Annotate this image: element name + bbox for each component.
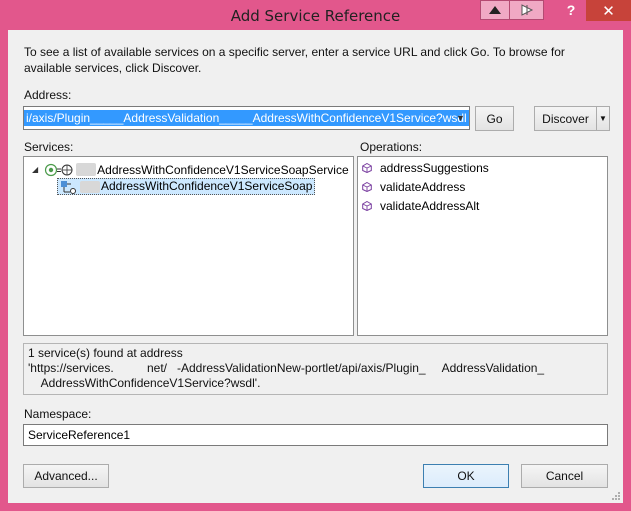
pin-icon	[521, 4, 533, 16]
intro-text: To see a list of available services on a…	[24, 45, 565, 75]
operation-item[interactable]: validateAddress	[362, 178, 465, 196]
tree-node-label: AddressWithConfidenceV1ServiceSoapServic…	[97, 162, 349, 177]
dialog-client-area: To see a list of available services on a…	[8, 30, 623, 503]
operation-label: addressSuggestions	[380, 161, 489, 175]
advanced-button[interactable]: Advanced...	[23, 464, 109, 488]
services-tree[interactable]: ◢ AddressWithConfidenceV1ServiceSoapServ…	[23, 156, 354, 336]
interface-icon	[61, 180, 76, 194]
go-button[interactable]: Go	[475, 106, 514, 131]
address-input[interactable]: i/axis/Plugin_____AddressValidation_____…	[24, 110, 469, 126]
address-combobox[interactable]: i/axis/Plugin_____AddressValidation_____…	[23, 106, 470, 130]
tree-node-service[interactable]: ◢ AddressWithConfidenceV1ServiceSoapServ…	[32, 161, 349, 178]
status-line: 1 service(s) found at address	[28, 346, 183, 360]
method-icon	[362, 163, 372, 173]
ok-button[interactable]: OK	[423, 464, 509, 488]
method-icon	[362, 201, 372, 211]
discover-dropdown-button[interactable]: ▼	[596, 106, 610, 131]
tree-node-label: AddressWithConfidenceV1ServiceSoap	[101, 179, 313, 193]
address-label: Address:	[24, 88, 72, 102]
title-bar[interactable]: Add Service Reference ? ✕	[0, 0, 631, 30]
namespace-label: Namespace:	[24, 407, 92, 421]
dialog-window: Add Service Reference ? ✕ To see a list …	[0, 0, 631, 511]
triangle-up-icon	[489, 6, 501, 14]
close-button[interactable]: ✕	[586, 0, 631, 21]
operation-label: validateAddress	[380, 180, 466, 194]
service-icon	[45, 163, 73, 176]
cancel-button[interactable]: Cancel	[521, 464, 608, 488]
chevron-down-icon[interactable]: ▼	[452, 107, 469, 129]
expand-collapse-icon[interactable]: ◢	[32, 165, 38, 174]
scroll-up-caption-button[interactable]	[480, 0, 510, 20]
discover-button[interactable]: Discover	[534, 106, 597, 131]
namespace-input[interactable]: ServiceReference1	[23, 424, 608, 446]
resize-grip-icon[interactable]	[611, 491, 621, 501]
status-message: 1 service(s) found at address 'https://s…	[23, 343, 608, 395]
operation-item[interactable]: addressSuggestions	[362, 159, 489, 177]
operation-label: validateAddressAlt	[380, 199, 480, 213]
tree-node-interface[interactable]: AddressWithConfidenceV1ServiceSoap	[57, 178, 316, 195]
help-button[interactable]: ?	[556, 0, 586, 20]
status-line: 'https://services. net/ -AddressValidati…	[28, 361, 545, 375]
operations-label: Operations:	[360, 140, 423, 154]
operations-list[interactable]: addressSuggestions validateAddress valid…	[357, 156, 608, 336]
pin-caption-button[interactable]	[510, 0, 544, 20]
services-label: Services:	[24, 140, 74, 154]
status-line: AddressWithConfidenceV1Service?wsdl'.	[28, 376, 261, 390]
method-icon	[362, 182, 372, 192]
chevron-down-icon: ▼	[599, 114, 607, 123]
operation-item[interactable]: validateAddressAlt	[362, 197, 479, 215]
